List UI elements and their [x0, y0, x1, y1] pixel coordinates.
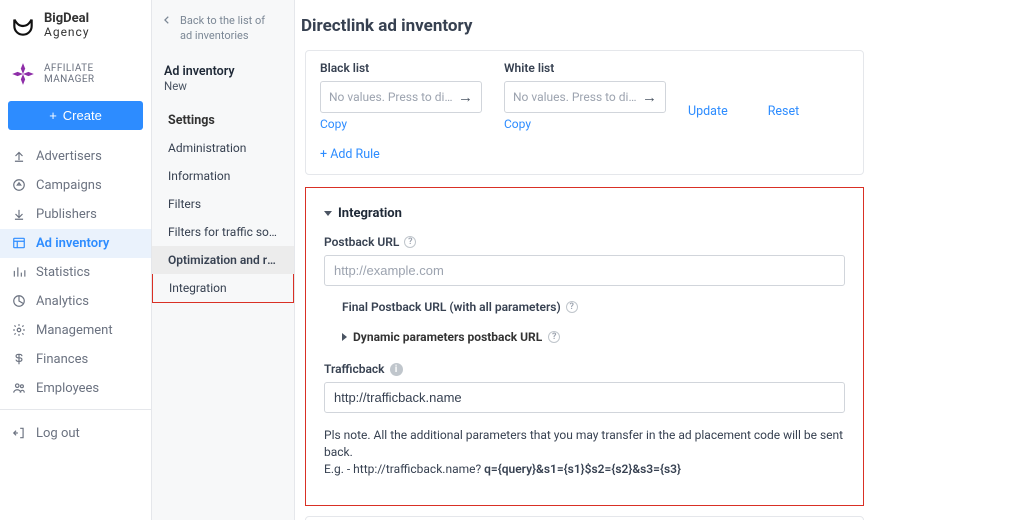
- download-icon: [12, 207, 26, 221]
- chevron-down-icon: [324, 211, 332, 216]
- brand-name: BigDeal: [44, 11, 89, 26]
- gear-icon: [12, 323, 26, 337]
- logout-icon: [12, 426, 26, 440]
- main-content: Directlink ad inventory Black list No va…: [295, 0, 1024, 520]
- upload-icon: [12, 149, 26, 163]
- nav-ad-inventory[interactable]: Ad inventory: [0, 229, 151, 258]
- help-icon[interactable]: ?: [566, 301, 578, 313]
- role-label: AFFILIATE MANAGER: [44, 63, 141, 85]
- settings-heading: Settings: [152, 103, 294, 134]
- nav-campaigns[interactable]: Campaigns: [0, 171, 151, 200]
- divider: [0, 409, 151, 410]
- white-list-label: White list: [504, 61, 666, 75]
- reset-link[interactable]: Reset: [768, 104, 800, 119]
- chevron-right-icon: [342, 333, 347, 341]
- nav-analytics[interactable]: Analytics: [0, 287, 151, 316]
- white-list-copy[interactable]: Copy: [504, 117, 666, 131]
- subnav-integration[interactable]: Integration: [152, 274, 294, 303]
- help-icon[interactable]: ?: [404, 236, 416, 248]
- dynamic-params-toggle[interactable]: Dynamic parameters postback URL ?: [342, 330, 845, 344]
- white-list-input[interactable]: No values. Press to displ… →: [504, 81, 666, 113]
- final-postback-label: Final Postback URL (with all parameters)…: [342, 300, 845, 314]
- main-nav: Advertisers Campaigns Publishers Ad inve…: [0, 142, 151, 403]
- page-title: Directlink ad inventory: [295, 0, 1024, 50]
- integration-title-row[interactable]: Integration: [324, 206, 845, 221]
- create-button[interactable]: + Create: [8, 101, 143, 130]
- footer-actions: Cancel Create: [305, 516, 864, 520]
- logout-link[interactable]: Log out: [0, 416, 151, 451]
- avatar-icon: [10, 61, 36, 87]
- target-icon: [12, 178, 26, 192]
- nav-finances[interactable]: Finances: [0, 345, 151, 374]
- back-link[interactable]: Back to the list of ad inventories: [152, 14, 294, 60]
- trafficback-label: Trafficback i: [324, 362, 845, 376]
- arrow-right-icon: →: [642, 88, 657, 106]
- subnav-filters-traffic[interactable]: Filters for traffic sour…: [152, 218, 294, 246]
- brand-logo: BigDeal Agency: [0, 8, 151, 55]
- main-sidebar: BigDeal Agency AFFILIATE MANAGER + Creat…: [0, 0, 152, 520]
- chevron-left-icon: [162, 15, 172, 25]
- postback-url-input[interactable]: [324, 255, 845, 286]
- info-icon[interactable]: i: [390, 363, 403, 376]
- postback-label: Postback URL ?: [324, 235, 845, 249]
- nav-management[interactable]: Management: [0, 316, 151, 345]
- black-list-input[interactable]: No values. Press to displ… →: [320, 81, 482, 113]
- nav-publishers[interactable]: Publishers: [0, 200, 151, 229]
- users-icon: [12, 381, 26, 395]
- pie-icon: [12, 294, 26, 308]
- subnav-administration[interactable]: Administration: [152, 134, 294, 162]
- nav-statistics[interactable]: Statistics: [0, 258, 151, 287]
- logo-icon: [10, 13, 36, 39]
- help-icon[interactable]: ?: [548, 331, 560, 343]
- add-rule-link[interactable]: + Add Rule: [320, 147, 849, 162]
- trafficback-note: Pls note. All the additional parameters …: [324, 427, 845, 477]
- brand-sub: Agency: [44, 25, 90, 39]
- arrow-right-icon: →: [458, 88, 473, 106]
- subnav-optimization[interactable]: Optimization and rules: [152, 246, 294, 274]
- nav-advertisers[interactable]: Advertisers: [0, 142, 151, 171]
- black-list-label: Black list: [320, 61, 482, 75]
- sub-heading-secondary: New: [152, 79, 294, 103]
- sub-heading: Ad inventory: [152, 60, 294, 79]
- lists-card: Black list No values. Press to displ… → …: [305, 50, 864, 175]
- chart-icon: [12, 265, 26, 279]
- trafficback-input[interactable]: [324, 382, 845, 413]
- black-list-copy[interactable]: Copy: [320, 117, 482, 131]
- integration-section: Integration Postback URL ? Final Postbac…: [305, 187, 864, 506]
- plus-icon: +: [49, 108, 57, 123]
- sub-sidebar: Back to the list of ad inventories Ad in…: [152, 0, 295, 520]
- role-row: AFFILIATE MANAGER: [0, 55, 151, 97]
- nav-employees[interactable]: Employees: [0, 374, 151, 403]
- layout-icon: [12, 236, 26, 250]
- update-link[interactable]: Update: [688, 104, 728, 119]
- subnav-filters[interactable]: Filters: [152, 190, 294, 218]
- subnav-information[interactable]: Information: [152, 162, 294, 190]
- dollar-icon: [12, 352, 26, 366]
